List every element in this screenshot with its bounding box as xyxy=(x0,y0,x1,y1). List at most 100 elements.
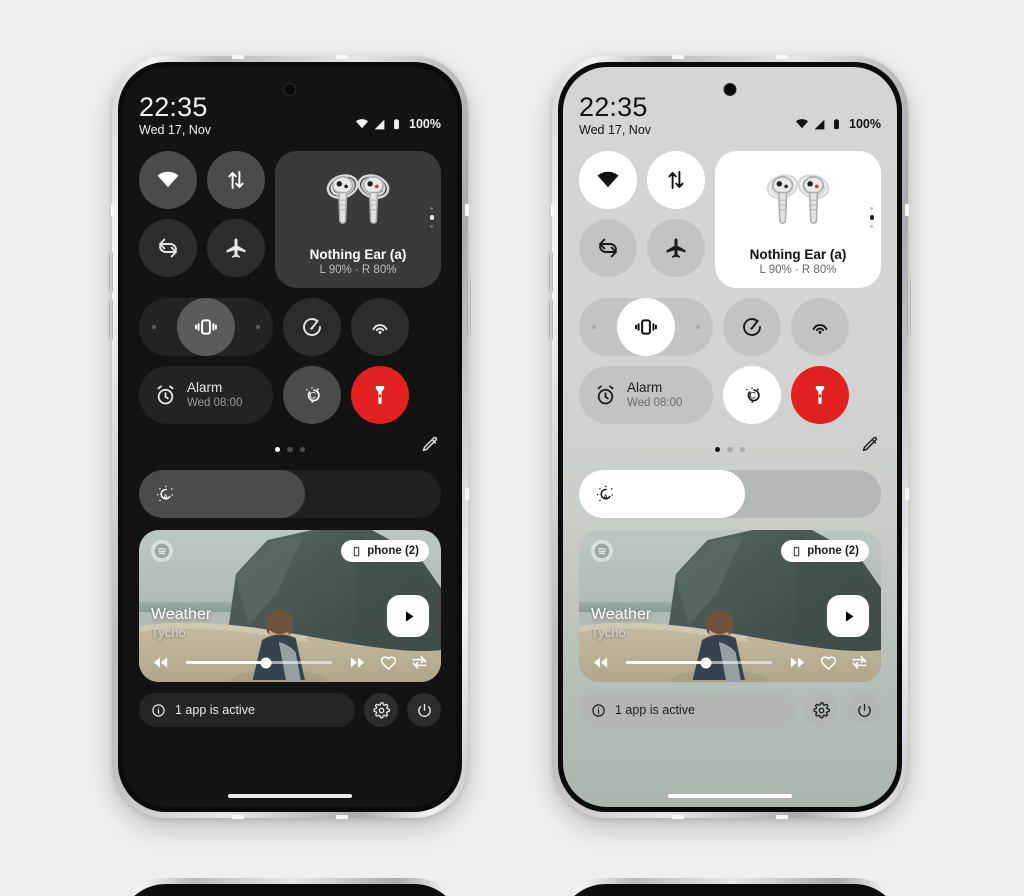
svg-text:C: C xyxy=(309,391,316,402)
active-apps-chip[interactable]: 1 app is active xyxy=(579,693,795,728)
active-apps-chip[interactable]: 1 app is active xyxy=(139,693,355,728)
battery-percent-label: 100% xyxy=(409,117,441,131)
settings-button[interactable] xyxy=(364,693,398,728)
earbuds-widget[interactable]: Nothing Ear (a) L 90% · R 80% xyxy=(275,151,441,289)
status-clock-block: 22:35 Wed 17, Nov xyxy=(579,92,651,138)
info-icon xyxy=(151,703,166,718)
qs-tile-location[interactable] xyxy=(723,298,781,357)
media-body: Weather Tycho xyxy=(151,562,429,641)
page-dots xyxy=(274,446,306,453)
page-dot-1[interactable] xyxy=(274,446,281,453)
qs-tile-auto-rotate[interactable] xyxy=(579,219,637,278)
status-time: 22:35 xyxy=(579,92,648,122)
page-dot-2[interactable] xyxy=(287,446,293,453)
play-button[interactable] xyxy=(387,595,429,638)
media-body: Weather Tycho xyxy=(591,562,869,641)
seek-bar[interactable] xyxy=(186,657,332,669)
play-button[interactable] xyxy=(827,595,869,638)
brightness-auto-icon: A xyxy=(155,484,176,505)
edit-tiles-button[interactable] xyxy=(420,436,439,455)
hardware-power-button[interactable] xyxy=(907,278,911,336)
ringer-knob[interactable] xyxy=(177,298,235,357)
page-dot-1[interactable] xyxy=(714,446,721,453)
quick-settings-shade: 22:35 Wed 17, Nov 100% Nothing Ear (a) L 90%… xyxy=(123,67,457,807)
navigation-bar-handle[interactable] xyxy=(228,794,352,798)
earbuds-name: Nothing Ear (a) xyxy=(749,247,847,263)
earbuds-icon xyxy=(760,161,836,237)
page-dot-3[interactable] xyxy=(299,446,306,453)
antenna-line xyxy=(336,55,348,59)
quick-settings-grid: Nothing Ear (a) L 90% · R 80% Alarm Wed 08:… xyxy=(579,151,881,425)
favorite-button[interactable] xyxy=(379,653,398,672)
gear-icon xyxy=(372,701,390,719)
media-player[interactable]: phone (2) Weather Tycho xyxy=(579,530,881,683)
hardware-volume-down-button[interactable] xyxy=(549,300,553,340)
vibrate-icon xyxy=(634,315,658,339)
qs-tile-hotspot[interactable] xyxy=(351,298,409,357)
settings-button[interactable] xyxy=(804,693,838,728)
brightness-slider[interactable]: A xyxy=(139,470,441,519)
page-dot-2[interactable] xyxy=(727,446,733,453)
hardware-volume-up-button[interactable] xyxy=(549,252,553,292)
qs-tile-airplane-mode[interactable] xyxy=(207,219,265,278)
power-button[interactable] xyxy=(407,693,441,728)
qs-tile-screen-cast[interactable]: C xyxy=(723,366,781,425)
qs-tile-flashlight[interactable] xyxy=(791,366,849,425)
fast-forward-button[interactable] xyxy=(788,653,807,672)
qs-tile-wifi[interactable] xyxy=(139,151,197,210)
airplane-icon xyxy=(224,236,248,260)
location-icon xyxy=(300,315,324,339)
qs-tile-wifi[interactable] xyxy=(579,151,637,210)
earbuds-page-dots[interactable] xyxy=(429,207,434,228)
page-dots xyxy=(714,446,746,453)
qs-tile-mobile-data[interactable] xyxy=(207,151,265,210)
media-player[interactable]: phone (2) Weather Tycho xyxy=(139,530,441,683)
alarm-clock-icon xyxy=(154,384,177,407)
qs-tile-flashlight[interactable] xyxy=(351,366,409,425)
seek-knob[interactable] xyxy=(700,657,712,669)
hardware-volume-down-button[interactable] xyxy=(109,300,113,340)
navigation-bar-handle[interactable] xyxy=(668,794,792,798)
brightness-slider[interactable]: A xyxy=(579,470,881,519)
seek-fill xyxy=(186,661,267,665)
spotify-icon[interactable] xyxy=(151,540,173,563)
qs-tile-location[interactable] xyxy=(283,298,341,357)
edit-tiles-button[interactable] xyxy=(860,436,879,455)
quick-settings-pager xyxy=(139,434,441,464)
page-dot-3[interactable] xyxy=(739,446,746,453)
earbuds-widget[interactable]: Nothing Ear (a) L 90% · R 80% xyxy=(715,151,881,289)
repeat-button[interactable] xyxy=(850,653,869,672)
seek-knob[interactable] xyxy=(260,657,272,669)
hardware-power-button[interactable] xyxy=(467,278,471,336)
spotify-icon[interactable] xyxy=(591,540,613,563)
media-output-chip[interactable]: phone (2) xyxy=(781,540,869,563)
alarm-tile[interactable]: Alarm Wed 08:00 xyxy=(579,366,713,425)
qs-tile-ringer-mode[interactable] xyxy=(139,298,273,357)
rewind-button[interactable] xyxy=(151,653,170,672)
fast-forward-button[interactable] xyxy=(348,653,367,672)
repeat-button[interactable] xyxy=(410,653,429,672)
qs-row-3 xyxy=(579,298,881,357)
antenna-line xyxy=(336,815,348,819)
earbuds-name: Nothing Ear (a) xyxy=(309,247,407,263)
hardware-volume-up-button[interactable] xyxy=(109,252,113,292)
qs-tile-auto-rotate[interactable] xyxy=(139,219,197,278)
qs-row-4: Alarm Wed 08:00 C xyxy=(139,366,441,425)
qs-tile-ringer-mode[interactable] xyxy=(579,298,713,357)
qs-tile-screen-cast[interactable]: C xyxy=(283,366,341,425)
media-output-chip[interactable]: phone (2) xyxy=(341,540,429,563)
wifi-icon xyxy=(795,117,809,131)
quick-settings-shade: 22:35 Wed 17, Nov 100% Nothing Ear (a) L 90%… xyxy=(563,67,897,807)
alarm-tile[interactable]: Alarm Wed 08:00 xyxy=(139,366,273,425)
flashlight-icon xyxy=(808,383,832,407)
power-button[interactable] xyxy=(847,693,881,728)
qs-tile-mobile-data[interactable] xyxy=(647,151,705,210)
qs-tile-hotspot[interactable] xyxy=(791,298,849,357)
qs-row-1 xyxy=(139,151,265,210)
rewind-button[interactable] xyxy=(591,653,610,672)
favorite-button[interactable] xyxy=(819,653,838,672)
seek-bar[interactable] xyxy=(626,657,772,669)
earbuds-page-dots[interactable] xyxy=(869,207,874,228)
qs-tile-airplane-mode[interactable] xyxy=(647,219,705,278)
ringer-knob[interactable] xyxy=(617,298,675,357)
